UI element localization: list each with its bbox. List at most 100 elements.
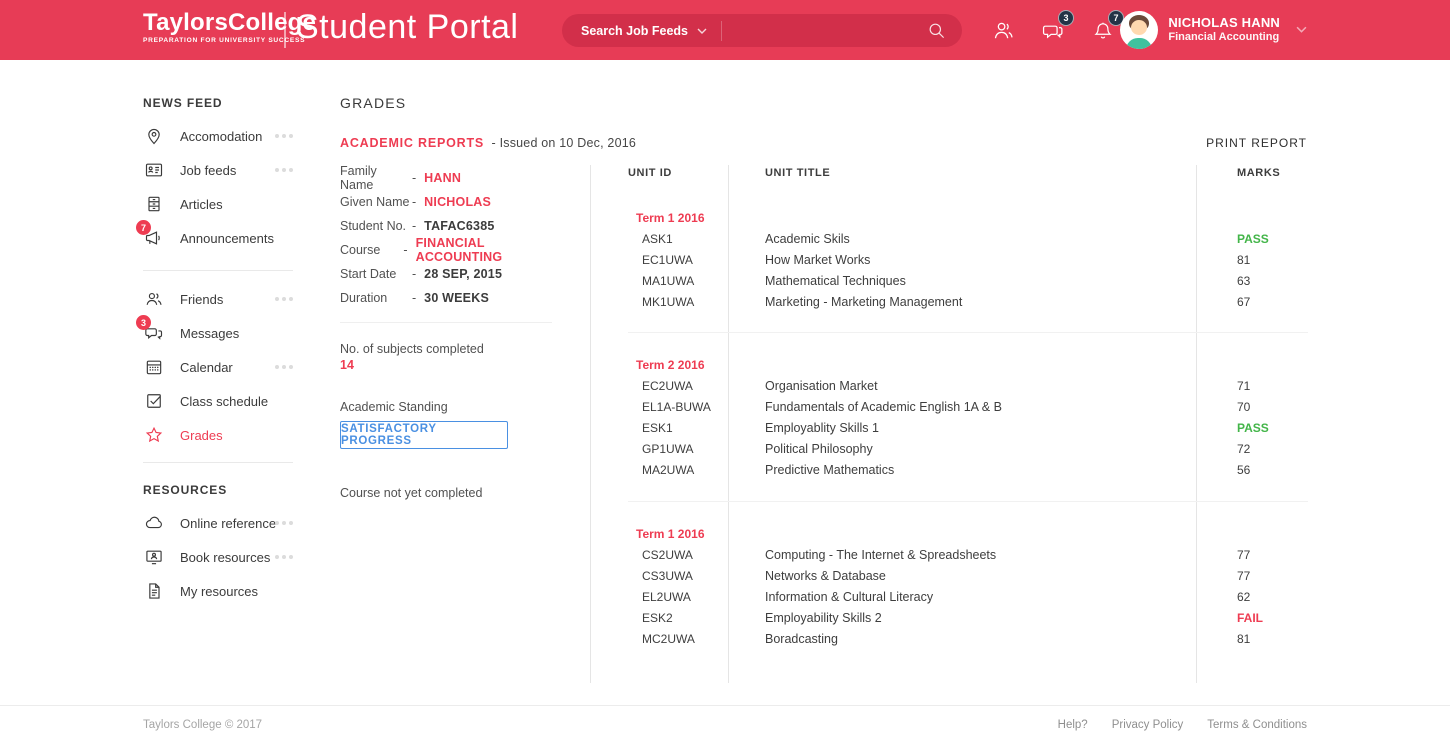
field-label: Course	[340, 243, 401, 257]
field-value: NICHOLAS	[424, 195, 491, 209]
messages-icon[interactable]: 3	[1040, 19, 1064, 42]
more-dots-icon	[275, 168, 293, 172]
sidebar-item-class-schedule[interactable]: Class schedule	[143, 384, 293, 418]
table-row: EL1A-BUWA Fundamentals of Academic Engli…	[628, 396, 1308, 417]
sidebar-item-calendar[interactable]: Calendar	[143, 350, 293, 384]
terms-conditions-link[interactable]: Terms & Conditions	[1207, 719, 1307, 731]
social-group: Friends 3 Messages Calendar Class schedu…	[143, 282, 293, 452]
unit-id: EL2UWA	[628, 590, 765, 604]
user-name: NICHOLAS HANN	[1168, 15, 1280, 30]
unit-id: ASK1	[628, 232, 765, 246]
unit-mark: PASS	[1237, 232, 1308, 246]
friends-icon	[143, 288, 165, 310]
unit-title: Boradcasting	[765, 632, 1237, 646]
sidebar-item-job-feeds[interactable]: Job feeds	[143, 153, 293, 187]
sidebar-item-announcements[interactable]: 7 Announcements	[143, 221, 293, 255]
column-header-unit-id: UNIT ID	[628, 167, 672, 179]
report-header: ACADEMIC REPORTS - Issued on 10 Dec, 201…	[340, 136, 636, 150]
sidebar-item-friends[interactable]: Friends	[143, 282, 293, 316]
field-label: Duration	[340, 291, 410, 305]
field-value: 30 WEEKS	[424, 291, 489, 305]
sidebar-item-label: Calendar	[180, 360, 233, 375]
portal-title: Student Portal	[296, 8, 518, 47]
unit-id: MA2UWA	[628, 463, 765, 477]
help-link[interactable]: Help?	[1058, 719, 1088, 731]
unit-title: Political Philosophy	[765, 442, 1237, 456]
sidebar-item-label: Announcements	[180, 231, 274, 246]
unit-mark: 81	[1237, 253, 1308, 267]
dash: -	[412, 267, 416, 281]
academic-standing-label: Academic Standing	[340, 400, 448, 414]
sidebar-item-online-reference[interactable]: Online reference	[143, 506, 293, 540]
table-row: EC2UWA Organisation Market 71	[628, 375, 1308, 396]
term-group: Term 2 2016 EC2UWA Organisation Market 7…	[628, 354, 1308, 480]
unit-id: MA1UWA	[628, 274, 765, 288]
unit-mark: 56	[1237, 463, 1308, 477]
panel-vertical-divider	[590, 165, 591, 683]
course-status-text: Course not yet completed	[340, 486, 482, 500]
announcements-badge: 7	[136, 220, 151, 235]
subjects-completed-value: 14	[340, 358, 354, 372]
unit-mark: 70	[1237, 400, 1308, 414]
notifications-bell-icon[interactable]: 7	[1092, 19, 1114, 42]
user-chevron-down-icon	[1296, 21, 1307, 39]
search-filter-dropdown[interactable]: Search Job Feeds	[562, 22, 707, 40]
search-input[interactable]	[722, 24, 927, 38]
messages-badge: 3	[1058, 10, 1074, 26]
academic-standing-value: SATISFACTORY PROGRESS	[341, 423, 507, 447]
term-label: Term 2 2016	[628, 354, 1308, 375]
sidebar-item-messages[interactable]: 3 Messages	[143, 316, 293, 350]
term-label: Term 1 2016	[628, 207, 1308, 228]
table-row: EC1UWA How Market Works 81	[628, 249, 1308, 270]
sidebar-item-book-resources[interactable]: Book resources	[143, 540, 293, 574]
unit-id: MK1UWA	[628, 295, 765, 309]
user-course: Financial Accounting	[1168, 30, 1280, 45]
print-report-button[interactable]: PRINT REPORT	[1206, 136, 1307, 150]
unit-id: ESK1	[628, 421, 765, 435]
academic-standing-badge: SATISFACTORY PROGRESS	[340, 421, 508, 449]
search-icon[interactable]	[927, 21, 962, 40]
privacy-policy-link[interactable]: Privacy Policy	[1112, 719, 1184, 731]
subjects-completed-label: No. of subjects completed	[340, 342, 484, 356]
field-value: HANN	[424, 171, 461, 185]
sidebar-item-label: Accomodation	[180, 129, 262, 144]
college-logo[interactable]: TaylorsCollege PREPARATION FOR UNIVERSIT…	[143, 10, 316, 44]
table-row: MK1UWA Marketing - Marketing Management …	[628, 291, 1308, 312]
sidebar-item-articles[interactable]: Articles	[143, 187, 293, 221]
student-row-family-name: Family Name - HANN	[340, 166, 555, 190]
unit-id: CS2UWA	[628, 548, 765, 562]
sidebar-divider	[143, 462, 293, 463]
field-label: Student No.	[340, 219, 410, 233]
sidebar-item-grades[interactable]: Grades	[143, 418, 293, 452]
articles-icon	[143, 193, 165, 215]
unit-mark: 62	[1237, 590, 1308, 604]
more-dots-icon	[275, 365, 293, 369]
sidebar-item-label: Online reference	[180, 516, 276, 531]
unit-mark: 67	[1237, 295, 1308, 309]
field-label: Start Date	[340, 267, 410, 281]
table-row: GP1UWA Political Philosophy 72	[628, 438, 1308, 459]
unit-title: Marketing - Marketing Management	[765, 295, 1237, 309]
term-separator	[628, 501, 1308, 502]
footer-links: Help? Privacy Policy Terms & Conditions	[1058, 719, 1307, 731]
more-dots-icon	[275, 521, 293, 525]
sidebar-item-accomodation[interactable]: Accomodation	[143, 119, 293, 153]
field-value: 28 SEP, 2015	[424, 267, 502, 281]
table-row: ASK1 Academic Skils PASS	[628, 228, 1308, 249]
dash: -	[412, 219, 416, 233]
unit-mark: 71	[1237, 379, 1308, 393]
sidebar-item-label: My resources	[180, 584, 258, 599]
term-separator	[628, 332, 1308, 333]
student-row-student-no: Student No. - TAFAC6385	[340, 214, 555, 238]
user-menu[interactable]: NICHOLAS HANN Financial Accounting	[1120, 0, 1307, 60]
resources-section-title: RESOURCES	[143, 483, 293, 497]
resources-group: Online reference Book resources My resou…	[143, 506, 293, 608]
sidebar-item-my-resources[interactable]: My resources	[143, 574, 293, 608]
unit-mark: 81	[1237, 632, 1308, 646]
unit-mark: 63	[1237, 274, 1308, 288]
unit-title: Employability Skills 2	[765, 611, 1237, 625]
unit-id: EC1UWA	[628, 253, 765, 267]
cloud-icon	[143, 512, 165, 534]
friends-icon[interactable]	[992, 19, 1015, 42]
column-header-marks: MARKS	[1237, 167, 1280, 179]
